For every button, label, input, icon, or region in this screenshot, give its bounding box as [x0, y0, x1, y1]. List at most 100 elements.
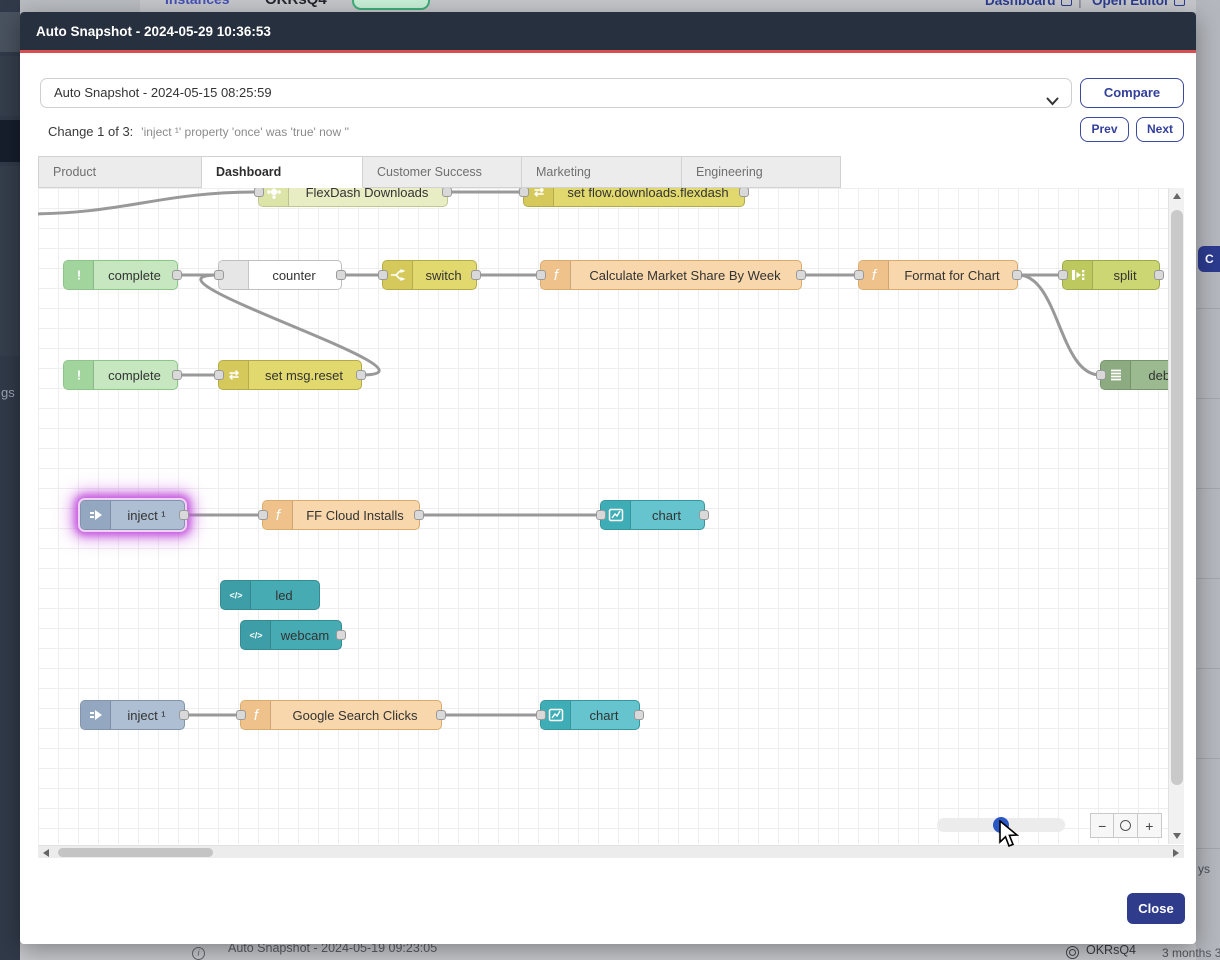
node-label: chart — [573, 701, 635, 729]
gear-icon — [1066, 946, 1079, 959]
scroll-right-arrow-icon[interactable] — [1173, 849, 1179, 857]
node-output-port — [336, 270, 346, 280]
flow-node-counter[interactable]: counter — [218, 260, 342, 290]
zoom-in-button[interactable]: + — [1138, 814, 1161, 837]
node-output-port — [336, 630, 346, 640]
svg-text:⇄: ⇄ — [533, 188, 543, 199]
close-button[interactable]: Close — [1127, 893, 1185, 924]
horizontal-scrollbar-thumb[interactable] — [58, 848, 213, 857]
node-output-port — [172, 270, 182, 280]
node-label: debug — [1133, 361, 1168, 389]
background-topbar: Instances OKRsQ4 Dashboard | Open Editor — [140, 0, 1196, 12]
age-text-fragment: 3 months 3 weeks 4 d — [1162, 946, 1220, 960]
node-output-port — [436, 710, 446, 720]
background-sidebar: gs — [0, 0, 20, 960]
node-input-port — [214, 370, 224, 380]
compare-button[interactable]: Compare — [1080, 78, 1184, 108]
external-link-icon — [1174, 0, 1185, 6]
flow-node-debug[interactable]: debug — [1100, 360, 1168, 390]
node-label: Format for Chart — [891, 261, 1013, 289]
svg-text:f: f — [871, 267, 877, 283]
flow-node-led[interactable]: </>led — [220, 580, 320, 610]
zoom-out-button[interactable]: − — [1091, 814, 1114, 837]
svg-text:f: f — [275, 507, 281, 523]
dashboard-link[interactable]: Dashboard — [985, 0, 1072, 8]
snapshot-select-value: Auto Snapshot - 2024-05-15 08:25:59 — [54, 85, 272, 100]
external-link-icon — [1061, 0, 1072, 6]
flow-node-setmsgreset[interactable]: ⇄ set msg.reset — [218, 360, 362, 390]
node-output-port — [739, 188, 749, 197]
scroll-left-arrow-icon[interactable] — [43, 849, 49, 857]
flow-node-google[interactable]: fGoogle Search Clicks — [240, 700, 442, 730]
svg-text:⇄: ⇄ — [228, 368, 238, 382]
flow-node-setflow[interactable]: ⇄ set flow.downloads.flexdash — [523, 188, 745, 207]
node-label: split — [1095, 261, 1155, 289]
sidebar-item — [0, 166, 20, 356]
zoom-reset-button[interactable] — [1114, 814, 1137, 837]
change-summary: Change 1 of 3:'inject ¹' property 'once'… — [48, 124, 349, 139]
flow-node-switch[interactable]: switch — [382, 260, 477, 290]
node-input-port — [236, 710, 246, 720]
vertical-scrollbar-thumb[interactable] — [1171, 210, 1183, 785]
node-output-port — [442, 188, 452, 197]
snapshot-compare-dialog: Auto Snapshot - 2024-05-29 10:36:53 Auto… — [20, 12, 1196, 944]
flow-node-chart2[interactable]: chart — [540, 700, 640, 730]
exclamation-icon: ! — [64, 261, 94, 289]
tab-product[interactable]: Product — [38, 156, 202, 188]
flow-node-flexdash[interactable]: FlexDash Downloads — [258, 188, 448, 207]
flow-node-split[interactable]: split — [1062, 260, 1160, 290]
flow-node-webcam[interactable]: </>webcam — [240, 620, 342, 650]
inject-arrow-icon — [81, 701, 111, 729]
background-right-panel: C ys — [1196, 0, 1220, 960]
scroll-up-arrow-icon[interactable] — [1173, 193, 1181, 199]
node-input-port — [536, 270, 546, 280]
background-text-fragment: ys — [1198, 862, 1210, 876]
node-input-port — [254, 188, 264, 197]
node-output-port — [1154, 270, 1164, 280]
node-output-port — [1012, 270, 1022, 280]
horizontal-scrollbar[interactable] — [38, 845, 1184, 858]
node-input-port — [378, 270, 388, 280]
tab-marketing[interactable]: Marketing — [522, 156, 682, 188]
page: gs Instances OKRsQ4 Dashboard | Open Edi… — [0, 0, 1220, 960]
node-output-port — [172, 370, 182, 380]
node-label: set flow.downloads.flexdash — [556, 188, 740, 206]
zoom-reset-circle-icon — [1120, 820, 1131, 831]
zoom-slider[interactable] — [937, 818, 1065, 832]
flow-node-inject1[interactable]: inject ¹ — [80, 500, 185, 530]
flow-node-format[interactable]: f Format for Chart — [858, 260, 1018, 290]
sidebar-item — [0, 12, 20, 52]
vertical-scrollbar[interactable] — [1168, 188, 1184, 844]
node-input-port — [536, 710, 546, 720]
background-footer: i Auto Snapshot - 2024-05-19 09:23:05 OK… — [20, 944, 1196, 960]
node-label: complete — [96, 361, 173, 389]
node-input-port — [214, 270, 224, 280]
tab-dashboard[interactable]: Dashboard — [202, 156, 363, 188]
flow-canvas[interactable]: FlexDash Downloads ⇄ set flow.downloads.fl… — [38, 188, 1168, 844]
snapshot-select[interactable]: Auto Snapshot - 2024-05-15 08:25:59 — [40, 78, 1072, 108]
node-output-port — [414, 510, 424, 520]
zoom-slider-handle[interactable] — [993, 817, 1009, 833]
flow-node-ffcloud[interactable]: fFF Cloud Installs — [262, 500, 420, 530]
node-input-port — [854, 270, 864, 280]
sidebar-label-fragment: gs — [1, 385, 15, 400]
prev-change-button[interactable]: Prev — [1080, 117, 1129, 142]
wire — [1018, 275, 1100, 375]
flow-tabs: ProductDashboardCustomer SuccessMarketin… — [38, 156, 841, 188]
tab-engineering[interactable]: Engineering — [682, 156, 841, 188]
flow-node-complete1[interactable]: !complete — [63, 260, 178, 290]
node-label: led — [253, 581, 315, 609]
flow-node-chart1[interactable]: chart — [600, 500, 705, 530]
code-icon: </> — [221, 581, 251, 609]
node-input-port — [1058, 270, 1068, 280]
node-label: set msg.reset — [251, 361, 357, 389]
tab-customer-success[interactable]: Customer Success — [363, 156, 522, 188]
open-editor-link[interactable]: Open Editor — [1092, 0, 1185, 8]
flow-node-calc[interactable]: fCalculate Market Share By Week — [540, 260, 802, 290]
flow-node-complete2[interactable]: !complete — [63, 360, 178, 390]
sidebar-item — [0, 56, 20, 116]
instances-link[interactable]: Instances — [165, 0, 230, 7]
scroll-down-arrow-icon[interactable] — [1173, 833, 1181, 839]
flow-node-inject2[interactable]: inject ¹ — [80, 700, 185, 730]
next-change-button[interactable]: Next — [1136, 117, 1184, 142]
